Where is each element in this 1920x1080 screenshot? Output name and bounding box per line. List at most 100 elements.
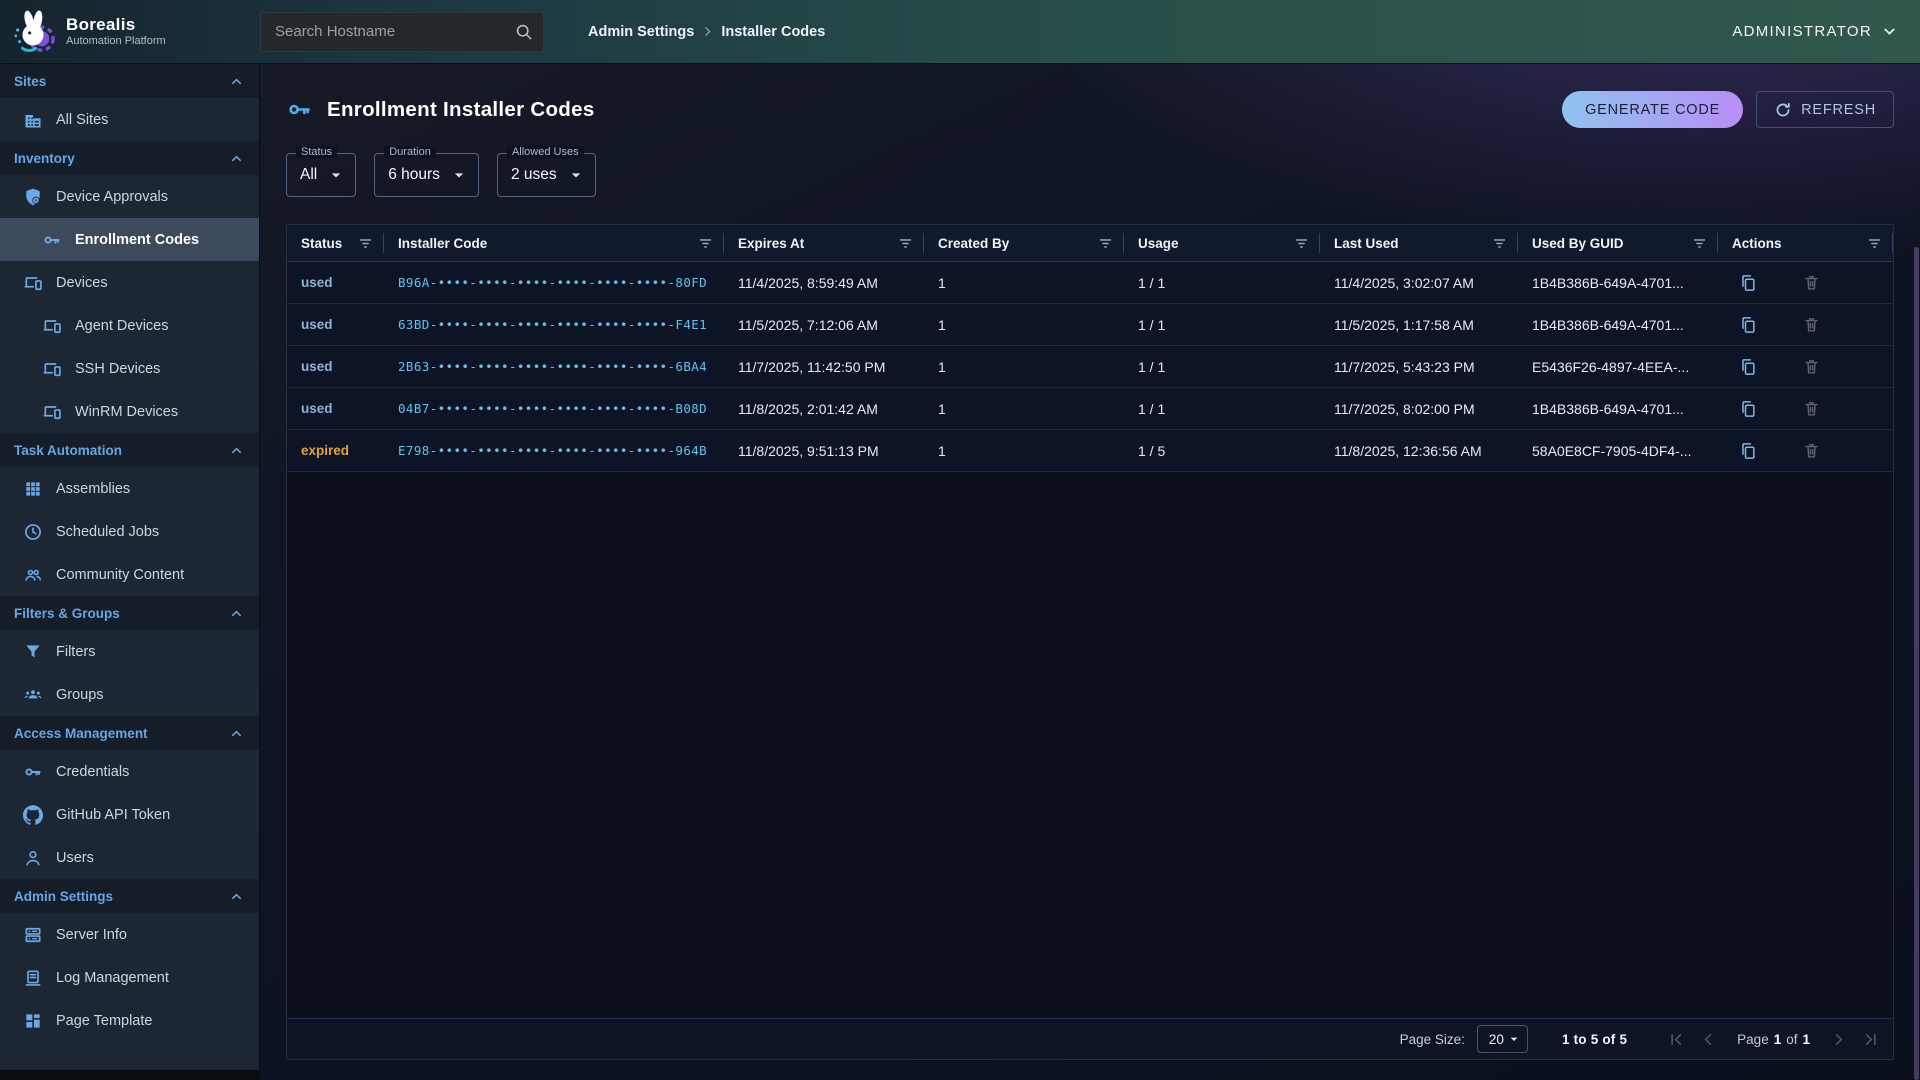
- sidebar-item-all-sites[interactable]: All Sites: [0, 98, 259, 141]
- sidebar-item-groups[interactable]: Groups: [0, 673, 259, 716]
- sidebar-item-assemblies[interactable]: Assemblies: [0, 467, 259, 510]
- filter-select-status[interactable]: Status All: [286, 153, 356, 197]
- chevron-right-icon: [701, 25, 714, 38]
- sidebar-section-title: Task Automation: [14, 443, 122, 458]
- page-header-row: Enrollment Installer Codes GENERATE CODE…: [286, 91, 1894, 128]
- sidebar-item-label: Assemblies: [56, 481, 130, 497]
- used-by-guid-cell: 58A0E8CF-7905-4DF4-...: [1518, 443, 1718, 459]
- copy-icon[interactable]: [1738, 315, 1758, 335]
- column-filter-icon[interactable]: [1691, 235, 1708, 252]
- filter-select-duration[interactable]: Duration 6 hours: [374, 153, 479, 197]
- sidebar-section-header[interactable]: Access Management: [0, 716, 259, 750]
- sidebar-section-header[interactable]: Task Automation: [0, 433, 259, 467]
- column-filter-icon[interactable]: [357, 235, 374, 252]
- column-filter-icon[interactable]: [897, 235, 914, 252]
- sidebar-item-winrm-devices[interactable]: WinRM Devices: [0, 390, 259, 433]
- page-size-select[interactable]: 20: [1477, 1025, 1528, 1053]
- copy-icon[interactable]: [1738, 357, 1758, 377]
- user-menu[interactable]: ADMINISTRATOR: [1732, 23, 1898, 40]
- sidebar-item-devices[interactable]: Devices: [0, 261, 259, 304]
- generate-code-button[interactable]: GENERATE CODE: [1562, 91, 1743, 128]
- copy-icon[interactable]: [1738, 273, 1758, 293]
- vertical-scrollbar[interactable]: [1914, 247, 1919, 1080]
- search-input[interactable]: [273, 22, 514, 41]
- row-range-text: 1 to 5 of 5: [1562, 1032, 1627, 1047]
- column-filter-icon[interactable]: [1293, 235, 1310, 252]
- sidebar-item-filters[interactable]: Filters: [0, 630, 259, 673]
- column-header-installer-code[interactable]: Installer Code: [384, 225, 724, 261]
- chevron-up-icon: [229, 606, 244, 621]
- column-filter-icon[interactable]: [1097, 235, 1114, 252]
- sidebar-section-header[interactable]: Filters & Groups: [0, 596, 259, 630]
- breadcrumb-installer-codes[interactable]: Installer Codes: [721, 24, 825, 40]
- last-used-cell: 11/7/2025, 8:02:00 PM: [1320, 401, 1518, 417]
- shield-approval-icon: [23, 187, 43, 207]
- last-used-cell: 11/7/2025, 5:43:23 PM: [1320, 359, 1518, 375]
- sidebar-section-header[interactable]: Inventory: [0, 141, 259, 175]
- sidebar-item-users[interactable]: Users: [0, 836, 259, 879]
- trash-icon[interactable]: [1802, 357, 1821, 376]
- sidebar-item-github-api-token[interactable]: GitHub API Token: [0, 793, 259, 836]
- actions-cell: [1718, 441, 1893, 461]
- key-icon: [286, 96, 313, 123]
- chevron-down-icon: [1881, 23, 1898, 40]
- sidebar-section-header[interactable]: Admin Settings: [0, 879, 259, 913]
- sidebar-item-credentials[interactable]: Credentials: [0, 750, 259, 793]
- trash-icon[interactable]: [1802, 441, 1821, 460]
- refresh-label: REFRESH: [1801, 102, 1876, 118]
- caret-down-icon: [449, 165, 469, 185]
- column-header-status[interactable]: Status: [287, 225, 384, 261]
- copy-icon[interactable]: [1738, 441, 1758, 461]
- next-page-button[interactable]: [1829, 1030, 1848, 1049]
- trash-icon[interactable]: [1802, 273, 1821, 292]
- page-of-word: of: [1786, 1032, 1797, 1047]
- sidebar-item-label: Page Template: [56, 1013, 152, 1029]
- previous-page-button[interactable]: [1699, 1030, 1718, 1049]
- section-items: Device Approvals Enrollment Codes Device…: [0, 175, 259, 433]
- sidebar-item-log-management[interactable]: Log Management: [0, 956, 259, 999]
- created-by-cell: 1: [924, 275, 1124, 291]
- table-row: used 04B7-••••-••••-••••-••••-••••-••••-…: [287, 388, 1893, 430]
- actions-cell: [1718, 357, 1893, 377]
- column-header-last-used[interactable]: Last Used: [1320, 225, 1518, 261]
- expires-at-cell: 11/8/2025, 2:01:42 AM: [724, 401, 924, 417]
- last-used-cell: 11/5/2025, 1:17:58 AM: [1320, 317, 1518, 333]
- column-header-used-by-guid[interactable]: Used By GUID: [1518, 225, 1718, 261]
- column-header-created-by[interactable]: Created By: [924, 225, 1124, 261]
- first-page-button[interactable]: [1667, 1030, 1686, 1049]
- sidebar-item-label: Scheduled Jobs: [56, 524, 159, 540]
- used-by-guid-cell: 1B4B386B-649A-4701...: [1518, 401, 1718, 417]
- column-filter-icon[interactable]: [1866, 235, 1883, 252]
- column-filter-icon[interactable]: [697, 235, 714, 252]
- sidebar-section-header[interactable]: Sites: [0, 64, 259, 98]
- trash-icon[interactable]: [1802, 315, 1821, 334]
- sidebar-item-server-info[interactable]: Server Info: [0, 913, 259, 956]
- sidebar-item-label: All Sites: [56, 112, 108, 128]
- column-header-usage[interactable]: Usage: [1124, 225, 1320, 261]
- sidebar-item-page-template[interactable]: Page Template: [0, 999, 259, 1042]
- filter-select-allowed-uses[interactable]: Allowed Uses 2 uses: [497, 153, 596, 197]
- sidebar-item-device-approvals[interactable]: Device Approvals: [0, 175, 259, 218]
- column-header-actions[interactable]: Actions: [1718, 225, 1893, 261]
- hostname-search-box[interactable]: [260, 12, 544, 52]
- funnel-icon: [23, 642, 43, 662]
- sidebar-item-ssh-devices[interactable]: SSH Devices: [0, 347, 259, 390]
- breadcrumb-admin-settings[interactable]: Admin Settings: [588, 24, 694, 40]
- copy-icon[interactable]: [1738, 399, 1758, 419]
- used-by-guid-cell: E5436F26-4897-4EEA-...: [1518, 359, 1718, 375]
- column-filter-icon[interactable]: [1491, 235, 1508, 252]
- sidebar-item-enrollment-codes[interactable]: Enrollment Codes: [0, 218, 259, 261]
- usage-cell: 1 / 1: [1124, 401, 1320, 417]
- trash-icon[interactable]: [1802, 399, 1821, 418]
- refresh-button[interactable]: REFRESH: [1756, 91, 1894, 128]
- sidebar-item-label: Credentials: [56, 764, 129, 780]
- status-cell: used: [287, 275, 384, 290]
- sidebar-item-scheduled-jobs[interactable]: Scheduled Jobs: [0, 510, 259, 553]
- sidebar-item-agent-devices[interactable]: Agent Devices: [0, 304, 259, 347]
- status-cell: expired: [287, 443, 384, 458]
- sidebar-item-community-content[interactable]: Community Content: [0, 553, 259, 596]
- last-page-button[interactable]: [1861, 1030, 1880, 1049]
- column-header-expires-at[interactable]: Expires At: [724, 225, 924, 261]
- section-items: Filters Groups: [0, 630, 259, 716]
- grid-icon: [23, 479, 43, 499]
